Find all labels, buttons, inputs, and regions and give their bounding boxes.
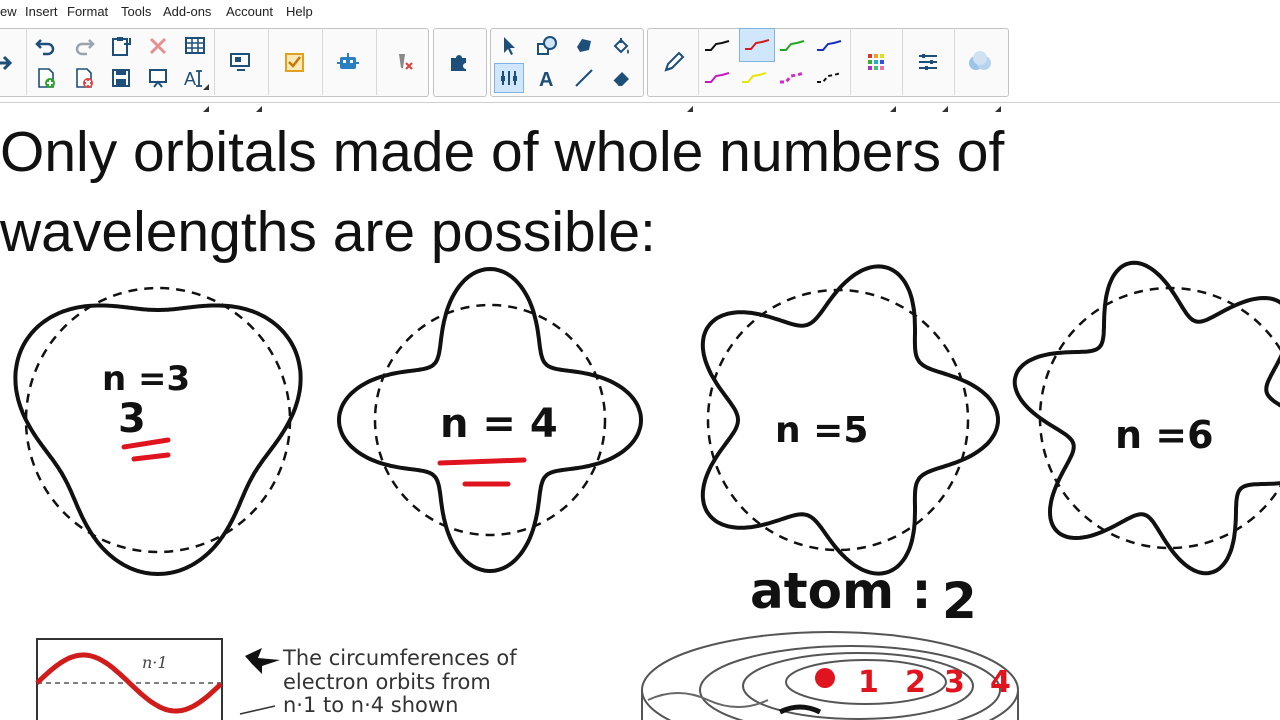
orbit-number-2: 2 [905,665,926,700]
caption-line-2: electron orbits from [283,670,491,694]
caption-line-1: The circumferences of [282,646,517,670]
orbital-label-n6: n =6 [1115,413,1214,457]
whiteboard-canvas[interactable]: n =3 3 n = 4 n =5 n =6 atom : 2 n·1 The … [0,0,1280,720]
orbital-label-n3: n =3 [102,359,190,399]
orbital-label-n4: n = 4 [440,401,558,447]
orbital-label-n5: n =5 [775,410,868,451]
red-underline-n3 [121,437,171,462]
wave-label: n·1 [142,653,168,672]
orbitals-group [13,260,1280,577]
atom-note: atom : [750,562,932,620]
caption-pointer [239,705,276,715]
red-underline-n4 [437,457,527,487]
bohr-wave-figure: n·1 [35,638,223,720]
star-icon [245,648,280,674]
orbit-number-4: 4 [990,665,1011,700]
orbit-number-3: 3 [944,665,965,700]
caption-line-3: n·1 to n·4 shown [283,693,458,717]
orbital-annotation-3: 3 [118,396,146,442]
orbit-number-1: 1 [858,665,879,700]
dashed-orbit-n3 [24,286,292,554]
atom-note-digit: 2 [942,572,977,630]
nucleus-dot [815,668,835,688]
